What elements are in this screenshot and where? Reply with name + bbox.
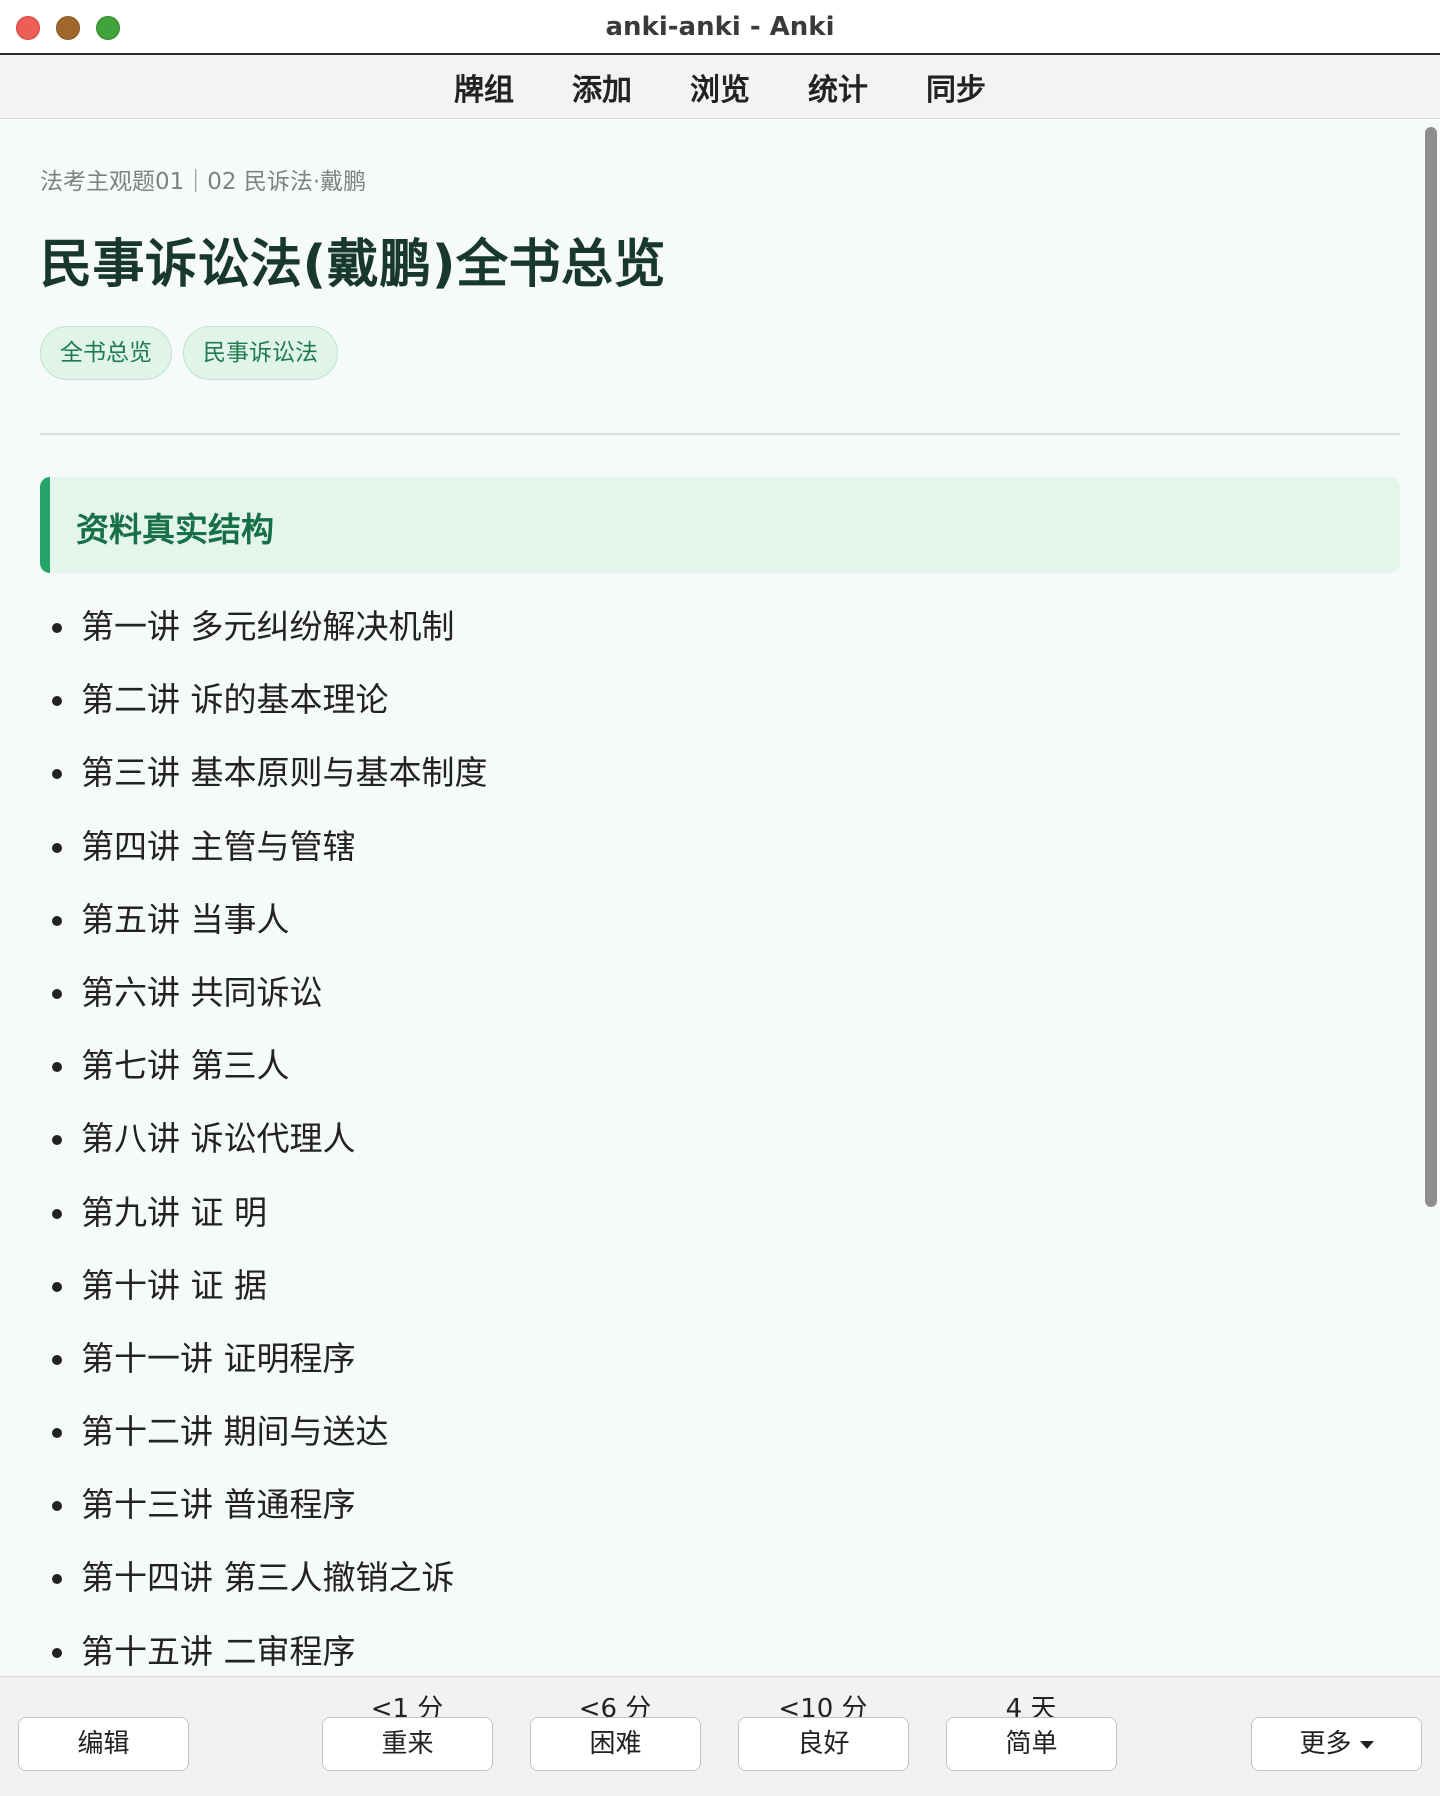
easy-button[interactable]: 简单 <box>946 1717 1117 1771</box>
hard-button[interactable]: 困难 <box>530 1717 701 1771</box>
list-item: 第十三讲 普通程序 <box>40 1468 488 1541</box>
tag-civil-procedure: 民事诉讼法 <box>183 326 338 380</box>
more-label: 更多 <box>1299 1729 1352 1759</box>
scrollbar-thumb[interactable] <box>1425 127 1437 1207</box>
list-item: 第五讲 当事人 <box>40 883 488 956</box>
toolbar-sync[interactable]: 同步 <box>926 65 986 109</box>
list-item: 第二讲 诉的基本理论 <box>40 663 488 736</box>
list-item: 第十二讲 期间与送达 <box>40 1395 488 1468</box>
list-item: 第十一讲 证明程序 <box>40 1322 488 1395</box>
caret-down-icon <box>1359 1740 1374 1749</box>
more-button[interactable]: 更多 <box>1251 1717 1422 1771</box>
good-button[interactable]: 良好 <box>738 1717 909 1771</box>
card-content: 法考主观题01｜02 民诉法·戴鹏 民事诉讼法(戴鹏)全书总览 全书总览 民事诉… <box>0 120 1440 1676</box>
list-item: 第七讲 第三人 <box>40 1029 488 1102</box>
divider <box>40 433 1400 435</box>
toolbar-browse[interactable]: 浏览 <box>690 65 750 109</box>
list-item: 第十四讲 第三人撤销之诉 <box>40 1541 488 1614</box>
list-item: 第四讲 主管与管辖 <box>40 810 488 883</box>
main-toolbar: 牌组 添加 浏览 统计 同步 <box>0 55 1440 119</box>
answer-bar: 编辑 <1 分 重来 <6 分 困难 <10 分 良好 4 天 简单 更多 <box>0 1676 1440 1796</box>
toolbar-stats[interactable]: 统计 <box>808 65 868 109</box>
toolbar-decks[interactable]: 牌组 <box>454 65 514 109</box>
list-item: 第一讲 多元纠纷解决机制 <box>40 590 488 663</box>
list-item: 第三讲 基本原则与基本制度 <box>40 736 488 809</box>
lecture-list: 第一讲 多元纠纷解决机制 第二讲 诉的基本理论 第三讲 基本原则与基本制度 第四… <box>40 590 488 1676</box>
list-item: 第八讲 诉讼代理人 <box>40 1102 488 1175</box>
toolbar-add[interactable]: 添加 <box>572 65 632 109</box>
window-title: anki-anki - Anki <box>605 12 835 42</box>
list-item: 第十五讲 二审程序 <box>40 1615 488 1676</box>
list-item: 第六讲 共同诉讼 <box>40 956 488 1029</box>
again-button[interactable]: 重来 <box>322 1717 493 1771</box>
list-item: 第十讲 证 据 <box>40 1249 488 1322</box>
edit-button[interactable]: 编辑 <box>18 1717 189 1771</box>
window-titlebar: anki-anki - Anki <box>0 0 1440 55</box>
tag-list: 全书总览 民事诉讼法 <box>40 326 338 380</box>
tag-overview: 全书总览 <box>40 326 172 380</box>
card-title: 民事诉讼法(戴鹏)全书总览 <box>40 235 667 295</box>
scrollbar[interactable] <box>1424 122 1438 1674</box>
list-item: 第九讲 证 明 <box>40 1176 488 1249</box>
section-title: 资料真实结构 <box>76 510 274 549</box>
deck-breadcrumb: 法考主观题01｜02 民诉法·戴鹏 <box>40 169 367 195</box>
section-header: 资料真实结构 <box>40 477 1400 573</box>
